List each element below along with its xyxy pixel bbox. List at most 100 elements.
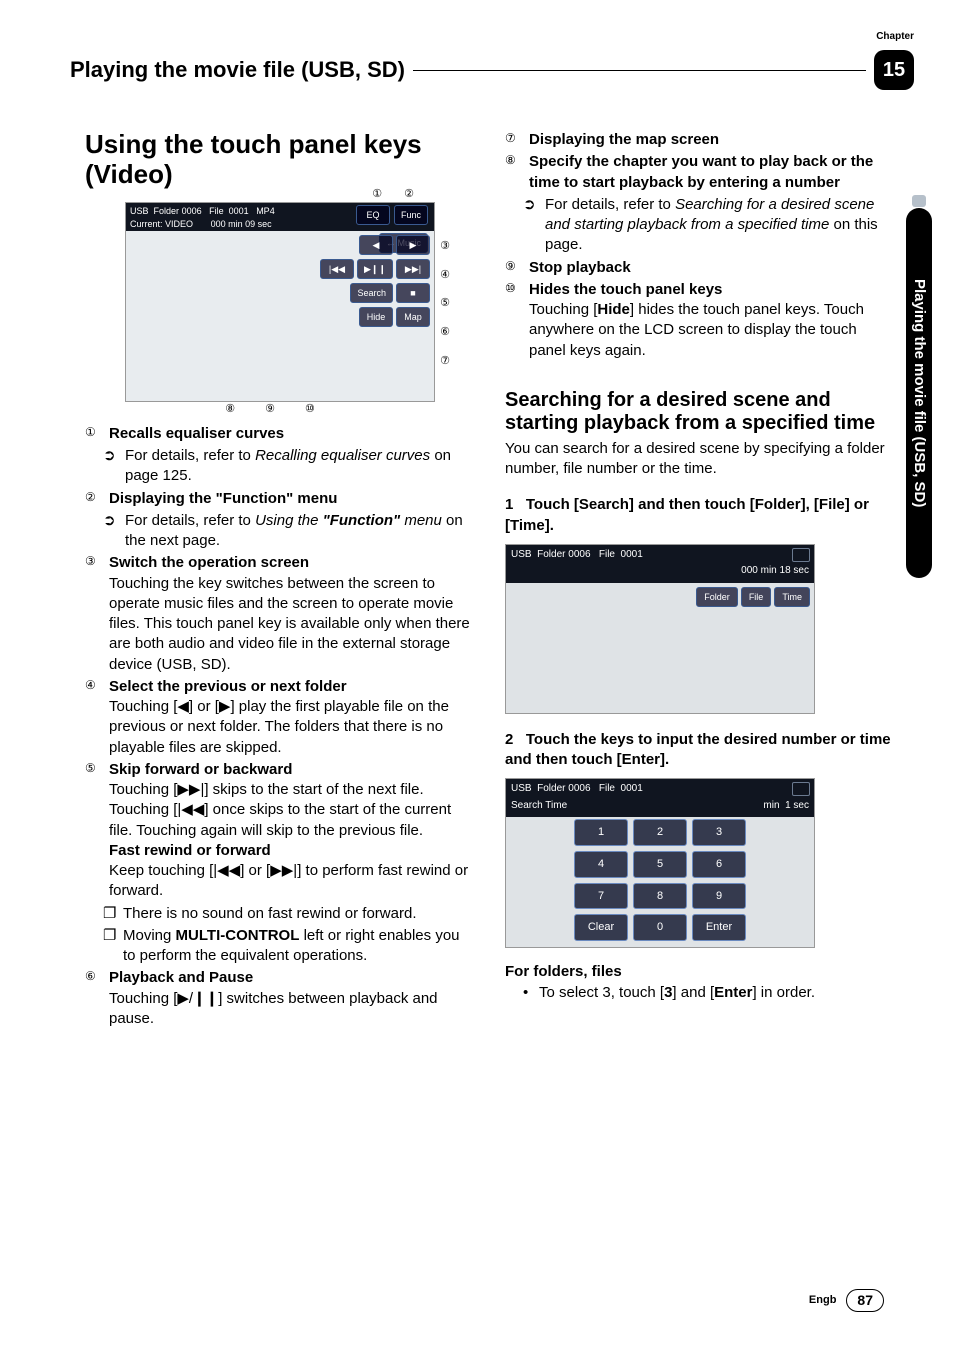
callouts-right: ③ ④ ⑤ ⑥ ⑦	[440, 239, 450, 369]
item-num: ①	[85, 424, 103, 444]
callout: ③	[440, 239, 450, 254]
return-icon[interactable]	[792, 782, 810, 796]
item-title: Switch the operation screen	[109, 553, 475, 573]
hide-button[interactable]: Hide	[359, 307, 393, 327]
item-body: For details, refer to Searching for a de…	[545, 195, 895, 256]
key-enter[interactable]: Enter	[692, 914, 746, 941]
callout: ⑨	[265, 402, 275, 417]
next-folder-button[interactable]: ▶	[396, 235, 430, 255]
item-body: Touching [▶/❙❙] switches between playbac…	[109, 989, 475, 1030]
folders-files-bullet: • To select 3, touch [3] and [Enter] in …	[505, 983, 895, 1003]
figure-info-bar: USB Folder 0006 File 0001 Search Time mi…	[506, 779, 814, 817]
footer: Engb 87	[809, 1289, 884, 1312]
return-icon[interactable]	[792, 548, 810, 562]
callout: ①	[372, 187, 382, 202]
item-subtitle: Fast rewind or forward	[109, 841, 475, 861]
left-column: Using the touch panel keys (Video) ① ② U…	[85, 130, 475, 1031]
box-icon: ❐	[103, 926, 117, 967]
item-body: Touching the key switches between the sc…	[109, 574, 475, 675]
header-rule	[413, 70, 866, 71]
figure-keypad: USB Folder 0006 File 0001 Search Time mi…	[505, 778, 815, 948]
item-5-note1: ❐ There is no sound on fast rewind or fo…	[85, 904, 475, 924]
item-num: ⑦	[505, 130, 523, 150]
key-0[interactable]: 0	[633, 914, 687, 941]
item-10: ⑩ Hides the touch panel keys Touching [H…	[505, 280, 895, 361]
callout: ⑤	[440, 296, 450, 311]
item-5-note2: ❐ Moving MULTI-CONTROL left or right ena…	[85, 926, 475, 967]
item-body: For details, refer to Using the "Functio…	[125, 511, 475, 552]
right-column: ⑦ Displaying the map screen ⑧ Specify th…	[505, 130, 895, 1031]
key-1[interactable]: 1	[574, 819, 628, 846]
item-7: ⑦ Displaying the map screen	[505, 130, 895, 150]
step-num: 1	[505, 496, 513, 513]
item-body: Keep touching [|◀◀] or [▶▶|] to perform …	[109, 861, 475, 902]
tab-time[interactable]: Time	[774, 587, 810, 607]
item-6: ⑥ Playback and Pause Touching [▶/❙❙] swi…	[85, 968, 475, 1029]
tab-file[interactable]: File	[741, 587, 772, 607]
header-title: Playing the movie file (USB, SD)	[70, 55, 405, 85]
tab-folder[interactable]: Folder	[696, 587, 738, 607]
key-6[interactable]: 6	[692, 851, 746, 878]
box-icon: ❐	[103, 904, 117, 924]
step-num: 2	[505, 731, 513, 748]
side-indicator	[912, 195, 926, 207]
item-8-detail: ➲ For details, refer to Searching for a …	[505, 195, 895, 256]
item-4: ④ Select the previous or next folder Tou…	[85, 677, 475, 758]
footer-lang: Engb	[809, 1293, 837, 1308]
item-2-detail: ➲ For details, refer to Using the "Funct…	[85, 511, 475, 552]
item-5: ⑤ Skip forward or backward Touching [▶▶|…	[85, 760, 475, 902]
item-num: ③	[85, 553, 103, 675]
eq-button[interactable]: EQ	[356, 205, 390, 225]
section-heading: Using the touch panel keys (Video)	[85, 130, 475, 190]
key-3[interactable]: 3	[692, 819, 746, 846]
subsection-body: You can search for a desired scene by sp…	[505, 439, 895, 480]
item-3: ③ Switch the operation screen Touching t…	[85, 553, 475, 675]
callout: ④	[440, 268, 450, 283]
item-num: ⑧	[505, 152, 523, 193]
item-title: Hides the touch panel keys	[529, 280, 895, 300]
item-title: Recalls equaliser curves	[109, 424, 475, 444]
item-num: ⑤	[85, 760, 103, 902]
step-text: Touch [Search] and then touch [Folder], …	[505, 496, 869, 533]
callouts-top: ① ②	[126, 187, 434, 202]
key-5[interactable]: 5	[633, 851, 687, 878]
item-2: ② Displaying the "Function" menu	[85, 489, 475, 509]
key-4[interactable]: 4	[574, 851, 628, 878]
key-9[interactable]: 9	[692, 883, 746, 910]
key-8[interactable]: 8	[633, 883, 687, 910]
callout: ⑥	[440, 325, 450, 340]
key-7[interactable]: 7	[574, 883, 628, 910]
map-button[interactable]: Map	[396, 307, 430, 327]
item-title: Select the previous or next folder	[109, 677, 475, 697]
item-title: Specify the chapter you want to play bac…	[529, 152, 895, 193]
callouts-bottom: ⑧ ⑨ ⑩	[126, 402, 434, 417]
chapter-label: Chapter	[876, 30, 914, 44]
page-number: 87	[846, 1289, 884, 1312]
key-2[interactable]: 2	[633, 819, 687, 846]
note-text: Moving MULTI-CONTROL left or right enabl…	[123, 926, 475, 967]
item-1: ① Recalls equaliser curves	[85, 424, 475, 444]
key-clear[interactable]: Clear	[574, 914, 628, 941]
keypad: 1 2 3 4 5 6 7 8 9 Clear 0 Enter	[574, 819, 746, 941]
callout: ⑧	[225, 402, 235, 417]
skip-forward-button[interactable]: ▶▶|	[396, 259, 430, 279]
callout: ②	[404, 187, 414, 202]
item-body: Touching [▶▶|] skips to the start of the…	[109, 780, 475, 841]
stop-button[interactable]: ■	[396, 283, 430, 303]
item-body: Touching [◀] or [▶] play the first playa…	[109, 697, 475, 758]
figure-search-tabs: USB Folder 0006 File 0001 000 min 18 sec…	[505, 544, 815, 714]
skip-back-button[interactable]: |◀◀	[320, 259, 354, 279]
play-pause-button[interactable]: ▶❙❙	[357, 259, 393, 279]
arrow-icon: ➲	[103, 511, 119, 552]
note-text: There is no sound on fast rewind or forw…	[123, 904, 416, 924]
item-num: ⑩	[505, 280, 523, 361]
side-tab: Playing the movie file (USB, SD)	[906, 208, 932, 578]
item-1-detail: ➲ For details, refer to Recalling equali…	[85, 446, 475, 487]
search-button[interactable]: Search	[350, 283, 393, 303]
item-body: Touching [Hide] hides the touch panel ke…	[529, 300, 895, 361]
item-title: Displaying the "Function" menu	[109, 489, 475, 509]
folders-files-heading: For folders, files	[505, 962, 895, 982]
prev-folder-button[interactable]: ◀	[359, 235, 393, 255]
item-num: ⑨	[505, 258, 523, 278]
func-button[interactable]: Func	[394, 205, 428, 225]
